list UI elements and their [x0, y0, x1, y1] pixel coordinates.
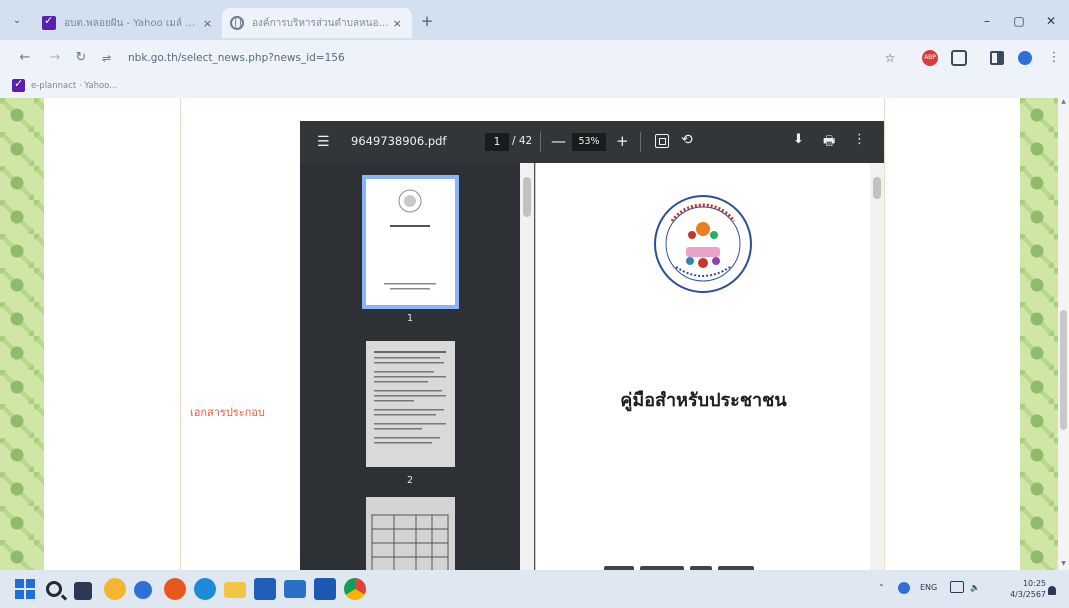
tray-overflow-chevron-icon[interactable]: ⌃ [878, 583, 885, 592]
pdf-page-text-line [604, 557, 804, 570]
tab-title: องค์การบริหารส่วนตำบลหนองโน [252, 17, 391, 29]
bookmarks-bar: e-plannact · Yahoo... [0, 76, 1069, 98]
thumbnail-scrollbar[interactable] [520, 163, 534, 570]
weather-widget-icon[interactable] [104, 578, 126, 600]
clock-time: 10:25 [1022, 579, 1046, 588]
page-total: / 42 [512, 135, 533, 147]
browser-menu-icon[interactable]: ⋮ [1046, 50, 1062, 66]
clock-date: 4/3/2567 [1010, 590, 1046, 599]
forward-arrow-icon[interactable]: → [46, 49, 64, 67]
chrome-browser-icon[interactable] [344, 578, 366, 600]
reload-icon[interactable]: ↻ [72, 49, 90, 67]
tab-title: อบต.พลอยฝัน - Yahoo เมล์ ค้นหา [64, 17, 201, 29]
firefox-icon[interactable] [164, 578, 186, 600]
web-page: เอกสารประกอบ ▲ ▼ ☰ 9649738906.pdf 1 / 42… [0, 98, 1069, 570]
thumbnail-3-preview [371, 514, 449, 570]
url-text[interactable]: nbk.go.th/select_news.php?news_id=156 [128, 52, 345, 64]
maximize-button[interactable]: ▢ [1008, 12, 1030, 30]
hamburger-menu-icon[interactable]: ☰ [317, 134, 330, 150]
yahoo-favicon-icon [42, 14, 56, 30]
word-app-icon[interactable] [314, 578, 336, 600]
address-bar[interactable]: ⇌ nbk.go.th/select_news.php?news_id=156 [100, 46, 800, 70]
extensions-puzzle-icon[interactable] [951, 50, 967, 66]
tab-yahoo[interactable]: อบต.พลอยฝัน - Yahoo เมล์ ค้นหา × [34, 8, 222, 38]
thumbnail-page-3[interactable] [366, 497, 455, 570]
thumbnail-scrollbar-thumb[interactable] [523, 177, 531, 217]
fit-to-page-icon[interactable] [655, 134, 669, 148]
chat-app-icon[interactable] [134, 581, 152, 599]
zoom-in-button[interactable]: + [616, 132, 629, 150]
page-scrollbar-thumb[interactable] [1060, 310, 1067, 430]
store-app-icon[interactable] [254, 578, 276, 600]
attachment-label: เอกสารประกอบ [190, 406, 265, 419]
tray-app-icon[interactable] [898, 582, 910, 594]
print-icon[interactable]: 🖶 [823, 132, 835, 154]
zoom-level-input[interactable]: 53% [572, 133, 606, 151]
file-explorer-icon[interactable] [224, 582, 246, 598]
zoom-out-button[interactable]: — [551, 132, 566, 150]
more-options-icon[interactable]: ⋮ [853, 132, 866, 147]
side-panel-icon[interactable] [990, 51, 1004, 65]
pdf-page-scrollbar-thumb[interactable] [873, 177, 881, 199]
scroll-down-icon[interactable]: ▼ [1059, 560, 1068, 570]
browser-toolbar: ← → ↻ ⇌ nbk.go.th/select_news.php?news_i… [0, 40, 1069, 76]
thumbnail-page-2[interactable] [366, 341, 455, 467]
content-border-right [884, 98, 885, 570]
thumbnail-2-preview [374, 351, 446, 444]
network-icon[interactable] [950, 581, 964, 593]
rotate-icon[interactable]: ⟲ [681, 132, 693, 148]
windows-taskbar: ⌃ ENG 🔈 10:25 4/3/2567 [0, 570, 1069, 608]
page-number-input[interactable]: 1 [485, 133, 509, 151]
pdf-page-heading: คู่มือสำหรับประชาชน [620, 390, 787, 411]
site-info-icon[interactable]: ⇌ [102, 52, 118, 65]
profile-avatar-icon[interactable] [1018, 51, 1032, 65]
tab-close-icon[interactable]: × [391, 17, 405, 30]
tab-nbk[interactable]: องค์การบริหารส่วนตำบลหนองโน × [222, 8, 412, 38]
thumbnail-pane: 1 2 [300, 163, 520, 570]
mail-app-icon[interactable] [284, 580, 306, 598]
pdf-page: คู่มือสำหรับประชาชน [535, 163, 870, 570]
bookmark-item[interactable]: e-plannact · Yahoo... [12, 77, 118, 92]
toolbar-divider [540, 132, 541, 152]
thumbnail-page-1[interactable] [362, 175, 459, 309]
taskbar-search-icon[interactable] [46, 581, 62, 597]
bookmark-star-icon[interactable]: ☆ [882, 50, 898, 66]
scroll-up-icon[interactable]: ▲ [1059, 98, 1068, 108]
decorative-pattern-left [0, 98, 44, 570]
extension-red-icon[interactable]: ABP [922, 50, 938, 66]
tab-close-icon[interactable]: × [201, 17, 214, 30]
notification-bell-icon[interactable] [1048, 586, 1056, 595]
tab-strip: ⌄ อบต.พลอยฝัน - Yahoo เมล์ ค้นหา × องค์ก… [0, 0, 1069, 40]
organization-seal-icon [654, 195, 752, 293]
pdf-viewer: ☰ 9649738906.pdf 1 / 42 — 53% + ⟲ ⬇ 🖶 ⋮ [300, 121, 884, 570]
content-border-left [180, 98, 181, 570]
minimize-button[interactable]: – [976, 12, 998, 30]
back-arrow-icon[interactable]: ← [16, 49, 34, 67]
yahoo-favicon-icon [12, 77, 25, 92]
pdf-toolbar: ☰ 9649738906.pdf 1 / 42 — 53% + ⟲ ⬇ 🖶 ⋮ [300, 121, 884, 163]
pdf-page-scrollbar[interactable] [870, 163, 884, 570]
new-tab-button[interactable]: + [418, 13, 436, 31]
bookmark-label: e-plannact · Yahoo... [31, 80, 118, 91]
windows-start-icon[interactable] [14, 578, 36, 600]
pdf-filename: 9649738906.pdf [351, 134, 447, 148]
download-icon[interactable]: ⬇ [793, 132, 804, 147]
volume-icon[interactable]: 🔈 [970, 583, 980, 592]
close-window-button[interactable]: ✕ [1040, 12, 1062, 30]
edge-browser-icon[interactable] [194, 578, 216, 600]
tab-search-chevron-icon[interactable]: ⌄ [8, 12, 26, 30]
language-indicator[interactable]: ENG [920, 583, 937, 592]
globe-favicon-icon [230, 16, 244, 30]
task-view-icon[interactable] [74, 582, 92, 600]
toolbar-divider [640, 132, 641, 152]
thumbnail-1-preview [384, 189, 436, 290]
taskbar-clock[interactable]: 10:25 4/3/2567 [1006, 578, 1046, 600]
thumbnail-number: 1 [406, 313, 414, 324]
decorative-pattern-right [1020, 98, 1058, 570]
thumbnail-number: 2 [406, 475, 414, 486]
page-scrollbar[interactable]: ▲ ▼ [1058, 98, 1069, 570]
